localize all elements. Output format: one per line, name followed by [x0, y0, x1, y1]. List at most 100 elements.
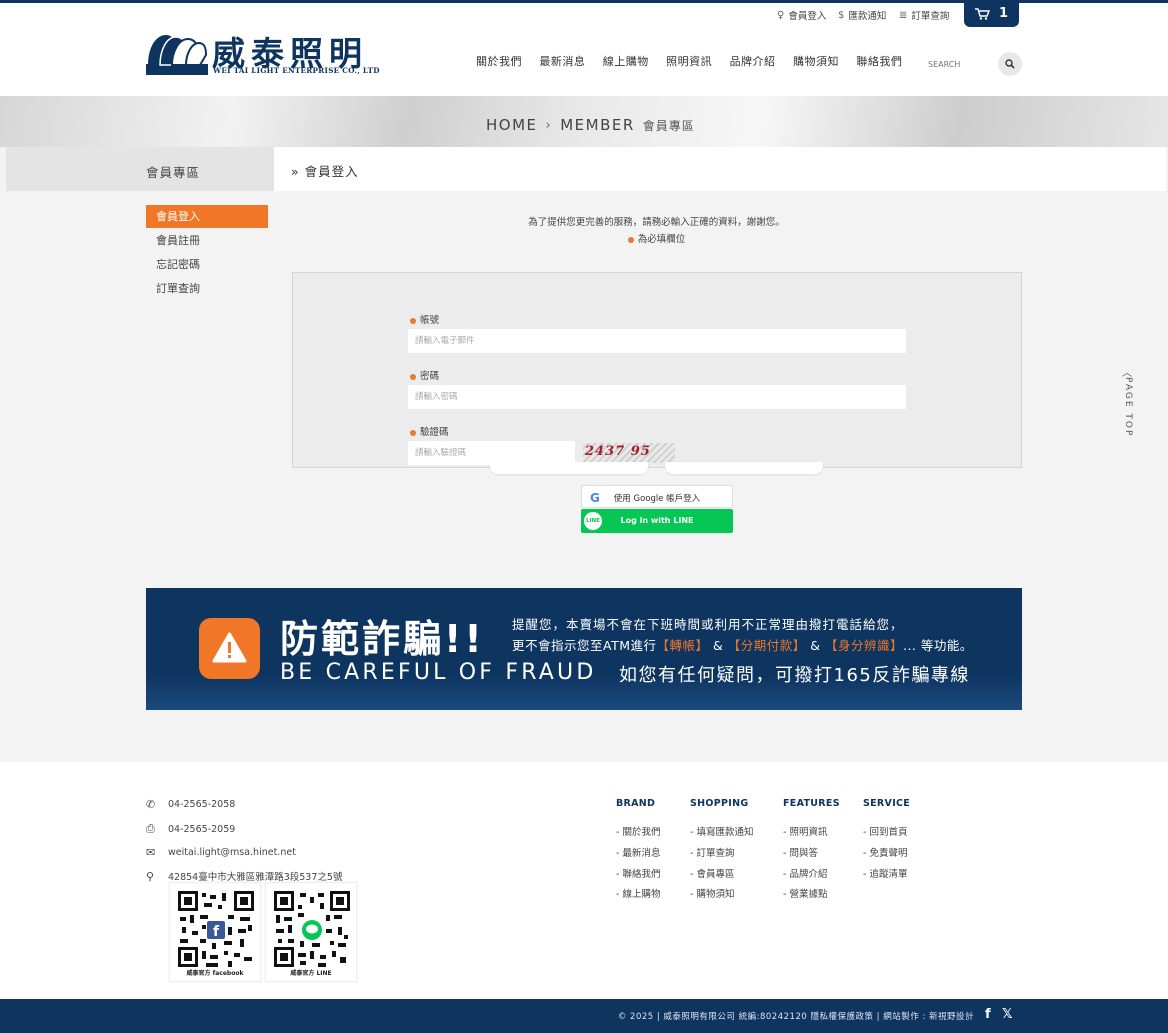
nav-about[interactable]: 關於我們: [476, 53, 539, 69]
search-button[interactable]: [998, 52, 1022, 76]
cart-button[interactable]: 1: [964, 0, 1019, 27]
dollar-icon: $: [838, 9, 845, 21]
list-icon: ≣: [899, 9, 908, 21]
fraud-title: 防範詐騙!!: [280, 617, 485, 661]
nav-lighting-info[interactable]: 照明資訊: [666, 53, 729, 69]
qr-facebook-caption: 威泰官方 facebook: [186, 970, 244, 977]
line-login-button[interactable]: LINE Log in with LINE: [581, 509, 733, 533]
qr-code-image: [274, 891, 350, 967]
required-dot-icon: [410, 317, 416, 324]
page-top-button[interactable]: ︿ PAGE TOP: [1118, 366, 1134, 446]
qr-line[interactable]: 威泰官方 LINE: [265, 882, 357, 982]
copyright-text: © 2025 | 威泰照明有限公司 統編:80242120 隱私權保護政策 | …: [617, 1012, 974, 1022]
login-form-panel: [292, 272, 1022, 468]
footer-link[interactable]: - 問與答: [783, 845, 818, 859]
main-nav: 關於我們 最新消息 線上購物 照明資訊 品牌介紹 購物須知 聯絡我們: [476, 53, 920, 69]
warning-icon: [199, 618, 260, 679]
contact-email[interactable]: ✉ weitai.light@msa.hinet.net: [146, 846, 296, 859]
footer-link[interactable]: - 營業據點: [783, 886, 827, 900]
sidebar-item-forgot-password[interactable]: 忘記密碼: [146, 253, 268, 276]
page-header-bar: [274, 147, 1166, 191]
x-twitter-icon[interactable]: 𝕏: [1002, 1007, 1012, 1022]
footer-link[interactable]: - 會員專區: [690, 866, 734, 880]
util-remittance-label: 匯款通知: [848, 11, 887, 22]
facebook-icon[interactable]: f: [985, 1007, 991, 1022]
util-order-query-label: 訂單查詢: [911, 11, 950, 22]
footer-col-service-title: SERVICE: [863, 798, 911, 809]
breadcrumb-member[interactable]: MEMBER: [560, 116, 635, 134]
footer-link[interactable]: - 關於我們: [616, 824, 660, 838]
fraud-warning-banner: 防範詐騙!! BE CAREFUL OF FRAUD 提醒您，本賣場不會在下班時…: [146, 588, 1022, 710]
search-input[interactable]: [928, 57, 990, 71]
required-note: 為必填欄位: [292, 231, 1021, 245]
line-login-label: Log in with LINE: [620, 516, 694, 525]
phone-icon: ✆: [146, 798, 156, 811]
qr-facebook[interactable]: f 威泰官方 facebook: [169, 882, 261, 982]
nav-shop[interactable]: 線上購物: [603, 53, 666, 69]
required-dot-icon: [627, 236, 634, 243]
footer-link[interactable]: - 回到首頁: [863, 824, 907, 838]
footer-link[interactable]: - 聯絡我們: [616, 866, 660, 880]
footer-link[interactable]: - 品牌介紹: [783, 866, 827, 880]
sidebar-item-register[interactable]: 會員註冊: [146, 229, 268, 252]
sidebar-item-login[interactable]: 會員登入: [146, 205, 268, 228]
footer-link[interactable]: - 最新消息: [616, 845, 660, 859]
cart-count: 1: [998, 6, 1009, 21]
nav-brands[interactable]: 品牌介紹: [730, 53, 793, 69]
breadcrumb: HOME › MEMBER 會員專區: [486, 116, 695, 134]
reset-button-partial[interactable]: [665, 462, 823, 474]
fax-icon: ⎙: [146, 822, 155, 835]
contact-address: ⚲ 42854臺中市大雅區雅潭路3段537之5號: [146, 869, 343, 884]
fraud-title-en: BE CAREFUL OF FRAUD: [280, 660, 597, 685]
submit-button-partial[interactable]: [490, 462, 648, 474]
util-remittance[interactable]: $ 匯款通知: [838, 8, 887, 23]
google-login-label: 使用 Google 帳戶登入: [613, 494, 701, 504]
breadcrumb-home[interactable]: HOME: [486, 116, 538, 134]
footer-col-brand-title: BRAND: [616, 798, 656, 809]
sidebar-item-order-query[interactable]: 訂單查詢: [146, 277, 268, 300]
footer-col-shopping-title: SHOPPING: [690, 798, 749, 809]
google-login-button[interactable]: G 使用 Google 帳戶登入: [581, 485, 733, 508]
footer-link[interactable]: - 訂單查詢: [690, 845, 734, 859]
footer-link[interactable]: - 填寫匯款通知: [690, 824, 753, 838]
nav-shopping-guide[interactable]: 購物須知: [793, 53, 856, 69]
mail-icon: ✉: [146, 846, 156, 859]
svg-text:f: f: [213, 924, 220, 940]
required-dot-icon: [410, 429, 416, 436]
fraud-line-3: 如您有任何疑問，可撥打165反詐騙專線: [619, 665, 970, 686]
util-order-query[interactable]: ≣ 訂單查詢: [899, 8, 950, 23]
util-member-login-label: 會員登入: [788, 11, 827, 22]
footer-link[interactable]: - 照明資訊: [783, 824, 827, 838]
cart-icon: [974, 7, 990, 20]
form-notice: 為了提供您更完善的服務，請務必輸入正確的資料，謝謝您。: [528, 217, 785, 228]
nav-news[interactable]: 最新消息: [539, 53, 602, 69]
captcha-label: 驗證碼: [410, 424, 449, 438]
password-input[interactable]: [408, 385, 906, 409]
util-member-login[interactable]: ♀ 會員登入: [777, 8, 827, 23]
captcha-image[interactable]: 2437 95: [583, 443, 675, 463]
bulb-icon: ♀: [777, 9, 785, 21]
footer-link[interactable]: - 追蹤清單: [863, 866, 907, 880]
contact-phone: ✆ 04-2565-2058: [146, 798, 236, 811]
qr-line-caption: 威泰官方 LINE: [290, 970, 332, 977]
footer-link[interactable]: - 購物須知: [690, 886, 734, 900]
footer-link[interactable]: - 免責聲明: [863, 845, 907, 859]
logo-lamp-icon: [146, 35, 208, 75]
logo-english-name: WEI TAI LIGHT ENTERPRISE CO., LTD: [213, 66, 380, 75]
copyright-bar: © 2025 | 威泰照明有限公司 統編:80242120 隱私權保護政策 | …: [0, 999, 1168, 1033]
breadcrumb-chevron-icon: ›: [545, 117, 553, 133]
page-top-label: PAGE TOP: [1123, 377, 1133, 438]
fraud-line-2: 更不會指示您至ATM進行【轉帳】 & 【分期付款】 & 【身分辨識】... 等功…: [512, 638, 973, 653]
breadcrumb-member-cn: 會員專區: [642, 118, 695, 133]
account-label: 帳號: [410, 312, 439, 326]
nav-contact[interactable]: 聯絡我們: [856, 53, 919, 69]
contact-fax: ⎙ 04-2565-2059: [146, 822, 236, 835]
fraud-line-1: 提醒您，本賣場不會在下班時間或利用不正常理由撥打電話給您，: [512, 617, 904, 632]
account-input[interactable]: [408, 329, 906, 353]
required-note-text: 為必填欄位: [637, 234, 686, 245]
footer-link[interactable]: - 線上購物: [616, 886, 660, 900]
password-label: 密碼: [410, 368, 439, 382]
sidebar-header: [6, 147, 274, 191]
site-logo[interactable]: 威泰照明 WEI TAI LIGHT ENTERPRISE CO., LTD: [146, 29, 386, 79]
qr-code-image: f: [178, 891, 254, 967]
